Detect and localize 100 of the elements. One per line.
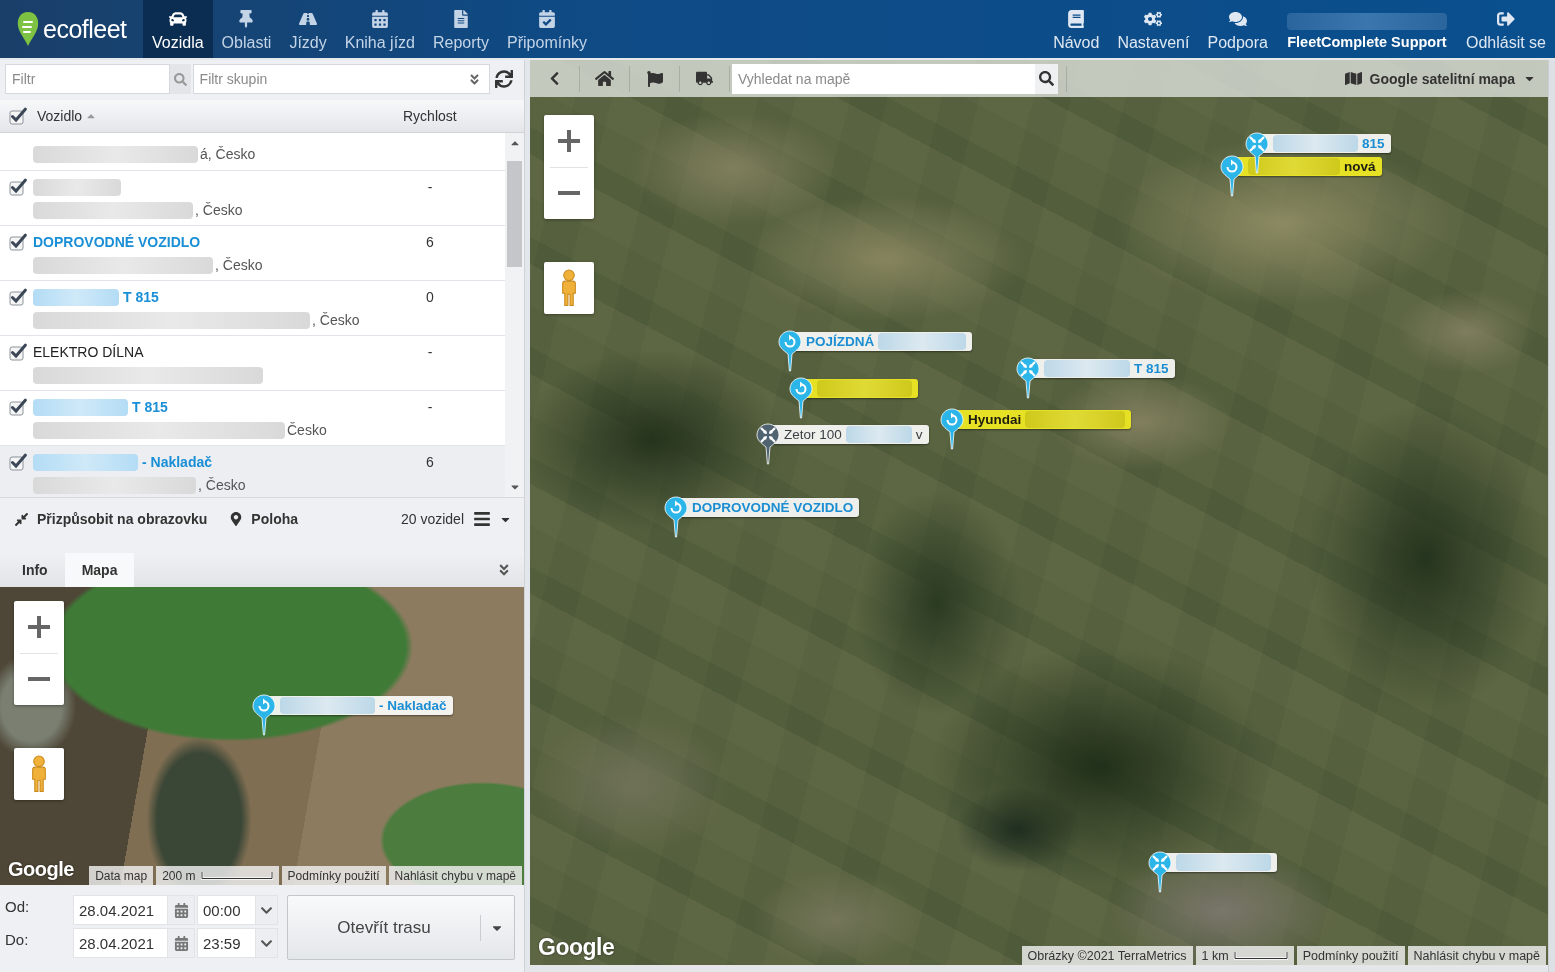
speed-value: - xyxy=(426,179,434,195)
map-search-input[interactable]: Vyhledat na mapě xyxy=(732,63,1035,94)
calendar-icon xyxy=(173,935,189,951)
form-label: Od: xyxy=(5,897,31,915)
logout-button[interactable]: Odhlásit se xyxy=(1456,0,1555,58)
nav-tab[interactable]: Připomínky xyxy=(498,0,597,58)
car-icon xyxy=(168,10,187,28)
book-icon xyxy=(1067,10,1086,28)
calendar-icon xyxy=(173,902,189,918)
scale-bar-icon xyxy=(200,871,273,880)
checkbox[interactable] xyxy=(9,398,27,416)
scale-text: 200 m xyxy=(162,868,196,883)
address-text: , Česko xyxy=(215,257,263,273)
time-input[interactable]: 00:00 xyxy=(197,895,255,925)
date-input[interactable]: 28.04.2021 xyxy=(73,895,167,925)
dropdown-button[interactable] xyxy=(255,895,278,925)
map-pin-icon[interactable] xyxy=(1016,357,1040,399)
nav-tab[interactable]: Vozidla xyxy=(143,0,213,58)
open-route-button[interactable]: Otevřít trasu xyxy=(287,895,515,960)
nav-tab[interactable]: Oblasti xyxy=(212,0,281,58)
logo-wordmark: ecofleet xyxy=(43,14,127,44)
flag-icon xyxy=(646,70,663,87)
nav-tab[interactable]: Kniha jízd xyxy=(335,0,424,58)
view-menu-button[interactable] xyxy=(473,510,512,528)
map-pin-icon[interactable] xyxy=(756,423,780,465)
address-text: , Česko xyxy=(198,477,246,493)
map-footer-link[interactable]: Podmínky použití xyxy=(281,866,386,885)
vehicle-name[interactable]: T 815 xyxy=(123,289,159,305)
checkbox[interactable] xyxy=(9,288,27,306)
calendar-button[interactable] xyxy=(167,928,195,958)
column-header[interactable]: Rychlost xyxy=(403,108,457,124)
marker-label-text: nová xyxy=(1344,159,1376,174)
column-header[interactable]: Vozidlo xyxy=(37,108,83,124)
address-text: Česko xyxy=(287,422,327,438)
map-pin-icon[interactable] xyxy=(664,496,688,538)
vehicle-name[interactable]: DOPROVODNÉ VOZIDLO xyxy=(33,234,201,250)
nav-link[interactable]: Návod xyxy=(1044,0,1109,58)
nav-tab[interactable]: Jízdy xyxy=(280,0,336,58)
fit-to-screen-button[interactable]: Přizpůsobit na obrazovku xyxy=(14,511,208,527)
nav-tab[interactable]: Reporty xyxy=(424,0,499,58)
vehicle-name[interactable]: T 815 xyxy=(132,399,168,415)
map-logo: Google xyxy=(538,934,615,961)
map-pin-icon[interactable] xyxy=(789,377,813,419)
pushpin-icon xyxy=(237,10,256,28)
address-text: , Česko xyxy=(312,312,360,328)
marker-label-text: T 815 xyxy=(1134,361,1169,376)
checkbox[interactable] xyxy=(9,107,27,125)
nav-link[interactable]: Podpora xyxy=(1198,0,1277,58)
gears-icon xyxy=(1144,10,1163,28)
satellite-map[interactable]: Vyhledat na mapě Google satelitní mapa 815 nová POJÍZDNÁ T 815 Hyundai Zetor 100 v DOPROVODNÉ VOZIDLO Google Obrázky ©2021 TerraMetrics 1 km Podmínky použití Nahlásit chybu v mapě xyxy=(530,60,1548,972)
filter-input[interactable]: Filtr xyxy=(5,64,170,94)
marker-label-text: 815 xyxy=(1362,136,1385,151)
map-footer-link[interactable]: Nahlásit chybu v mapě xyxy=(1407,946,1546,965)
speech-bubbles-icon xyxy=(1228,10,1247,28)
scale-text: 1 km xyxy=(1201,948,1229,963)
account-name[interactable]: FleetComplete Support xyxy=(1287,33,1447,50)
search-button[interactable] xyxy=(1035,63,1058,94)
map-pin-icon[interactable] xyxy=(940,408,964,450)
marker-label-text: - Nakladač xyxy=(379,698,447,713)
map-footer-link[interactable]: Nahlásit chybu v mapě xyxy=(388,866,522,885)
date-input[interactable]: 28.04.2021 xyxy=(73,928,167,958)
map-pin-icon[interactable] xyxy=(1148,851,1172,893)
logout-icon xyxy=(1496,10,1515,28)
double-chevron-icon[interactable] xyxy=(467,73,481,86)
search-icon xyxy=(173,72,187,86)
calendar-button[interactable] xyxy=(167,895,195,925)
vehicle-name[interactable]: ELEKTRO DÍLNA xyxy=(33,344,144,360)
map-footer-link[interactable]: Podmínky použití xyxy=(1296,946,1405,965)
time-input[interactable]: 23:59 xyxy=(197,928,255,958)
group-filter-input[interactable]: Filtr skupin xyxy=(192,64,490,94)
minus-icon xyxy=(28,677,50,682)
marker-label-text: v xyxy=(915,427,923,442)
satellite-map[interactable]: - Nakladač Google Data map 200 m Podmínky použití Nahlásit chybu v mapě xyxy=(0,587,524,885)
address-text: á, Česko xyxy=(200,146,256,162)
truck-icon xyxy=(696,70,713,87)
checkbox[interactable] xyxy=(9,233,27,251)
location-button[interactable]: Poloha xyxy=(229,511,299,527)
checkbox[interactable] xyxy=(9,178,27,196)
calendar-icon xyxy=(370,10,389,28)
detail-tab[interactable]: Mapa xyxy=(64,553,135,587)
map-pin-icon[interactable] xyxy=(252,694,276,736)
road-icon xyxy=(299,10,318,28)
nav-link[interactable]: Nastavení xyxy=(1108,0,1199,58)
logo-icon xyxy=(16,11,40,47)
minus-icon xyxy=(558,191,580,196)
map-type-button[interactable]: Google satelitní mapa xyxy=(1344,70,1536,87)
map-pin-icon[interactable] xyxy=(778,330,802,372)
speed-value: 6 xyxy=(425,234,435,250)
map-pin-icon[interactable] xyxy=(1245,132,1269,174)
scrollbar-thumb[interactable] xyxy=(507,161,522,267)
marker-label-text: POJÍZDNÁ xyxy=(806,334,875,349)
document-icon xyxy=(452,10,470,28)
location-pin-icon xyxy=(229,512,244,526)
checkbox[interactable] xyxy=(9,343,27,361)
map-pin-icon[interactable] xyxy=(1220,155,1244,197)
dropdown-button[interactable] xyxy=(255,928,278,958)
search-icon xyxy=(1039,71,1054,86)
checkbox[interactable] xyxy=(9,453,27,471)
vehicle-row[interactable]: - Nakladač 6 , Česko xyxy=(0,446,505,497)
detail-tab[interactable]: Info xyxy=(5,553,65,587)
